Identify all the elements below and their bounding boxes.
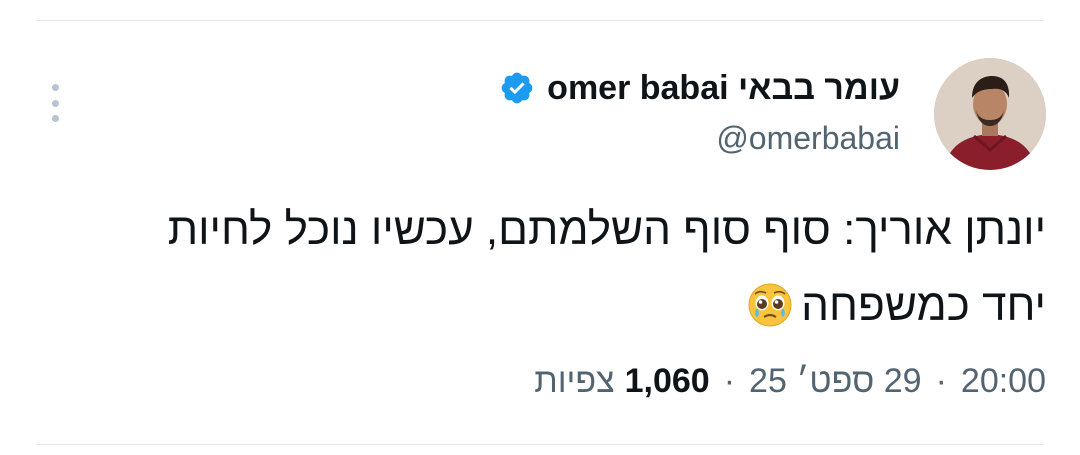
views-stat[interactable]: 1,060 צפיות [534, 362, 710, 401]
more-dot-icon [51, 99, 59, 107]
name-row: עומר בבאי omer babai [499, 66, 900, 110]
bottom-divider [36, 444, 1044, 445]
avatar-photo-icon [934, 58, 1046, 170]
user-handle[interactable]: @omerbabai [499, 120, 900, 157]
more-options-button[interactable] [40, 80, 70, 126]
tweet-text-line-2: יחד כמשפחה [801, 281, 1046, 330]
tweet-meta: 20:00 · 29 ספט׳ 25 · 1,060 צפיות [534, 362, 1046, 401]
tweet-text: יונתן אוריך: סוף סוף השלמתם, עכשיו נוכל … [36, 192, 1046, 344]
tweet-time[interactable]: 20:00 [961, 362, 1046, 401]
verified-badge-icon [499, 70, 535, 106]
more-dot-icon [51, 115, 59, 122]
meta-separator: · [935, 362, 947, 400]
pleading-face-emoji-icon [747, 276, 793, 327]
top-divider [36, 20, 1044, 21]
more-dot-icon [51, 84, 59, 91]
avatar[interactable] [934, 58, 1046, 170]
tweet-card: עומר בבאי omer babai @omerbabai יונתן או… [0, 0, 1080, 455]
tweet-header: עומר בבאי omer babai @omerbabai [499, 66, 900, 157]
views-label: צפיות [534, 362, 615, 400]
tweet-text-line-1: יונתן אוריך: סוף סוף השלמתם, עכשיו נוכל … [167, 205, 1046, 254]
meta-separator: · [723, 362, 736, 400]
views-count: 1,060 [624, 362, 710, 400]
display-name[interactable]: עומר בבאי omer babai [547, 69, 900, 108]
tweet-date[interactable]: 29 ספט׳ 25 [749, 362, 922, 401]
